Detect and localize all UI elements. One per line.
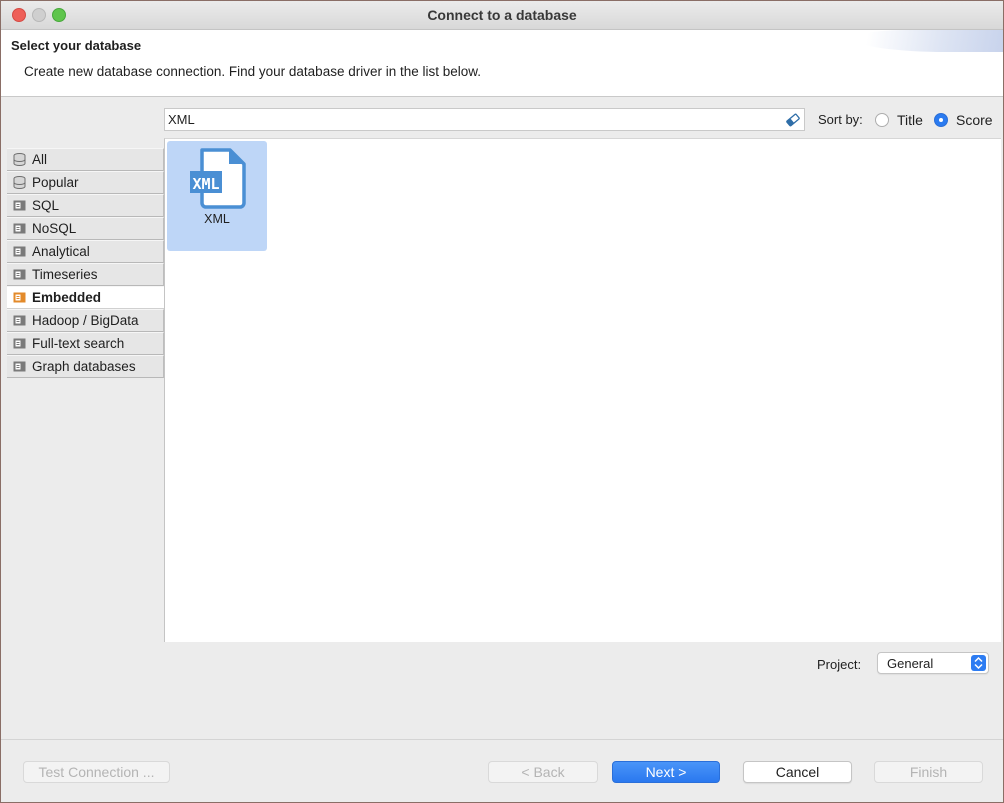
category-embedded[interactable]: Embedded (7, 286, 164, 309)
category-label: All (32, 152, 48, 167)
folder-icon (13, 223, 26, 234)
category-sql[interactable]: SQL (7, 194, 164, 217)
close-window-button[interactable] (12, 8, 26, 22)
category-label: Full-text search (32, 336, 125, 351)
category-label: Hadoop / BigData (32, 313, 139, 328)
driver-gallery: XML XML (164, 138, 1001, 642)
driver-tile-xml[interactable]: XML XML (167, 141, 267, 251)
window-title: Connect to a database (427, 7, 577, 23)
category-label: Popular (32, 175, 79, 190)
project-label: Project: (817, 657, 862, 672)
page-description: Create new database connection. Find you… (24, 64, 482, 79)
search-box (164, 108, 805, 131)
back-button[interactable]: < Back (488, 761, 598, 783)
header-decoration (853, 30, 1003, 52)
folder-icon (13, 292, 26, 303)
category-analytical[interactable]: Analytical (7, 240, 164, 263)
category-label: Analytical (32, 244, 90, 259)
folder-icon (13, 361, 26, 372)
folder-icon (13, 315, 26, 326)
category-all[interactable]: All (7, 148, 164, 171)
folder-icon (13, 200, 26, 211)
database-icon (13, 176, 26, 189)
driver-label: XML (204, 212, 230, 226)
category-label: NoSQL (32, 221, 77, 236)
radio-button[interactable] (875, 113, 889, 127)
category-graph-databases[interactable]: Graph databases (7, 355, 164, 378)
xml-file-icon: XML (190, 148, 246, 209)
sort-score-radio[interactable]: Score (934, 111, 993, 129)
connect-dialog: Connect to a database Select your databa… (0, 0, 1004, 803)
project-select[interactable]: General (877, 652, 989, 674)
title-bar: Connect to a database (1, 1, 1003, 30)
folder-icon (13, 269, 26, 280)
category-list: All Popular SQL NoSQL Analytical Timeser… (7, 148, 164, 378)
sort-score-label: Score (956, 112, 993, 128)
radio-button-checked[interactable] (934, 113, 948, 127)
select-arrows-icon (971, 655, 986, 671)
finish-button[interactable]: Finish (874, 761, 983, 783)
category-label: Timeseries (32, 267, 98, 282)
folder-icon (13, 338, 26, 349)
category-popular[interactable]: Popular (7, 171, 164, 194)
cancel-button[interactable]: Cancel (743, 761, 852, 783)
category-label: Graph databases (32, 359, 136, 374)
category-label: Embedded (32, 290, 102, 305)
database-icon (13, 153, 26, 166)
maximize-window-button[interactable] (52, 8, 66, 22)
folder-icon (13, 246, 26, 257)
search-input[interactable] (165, 109, 768, 130)
minimize-window-button[interactable] (32, 8, 46, 22)
test-connection-button[interactable]: Test Connection ... (23, 761, 170, 783)
footer-divider (1, 739, 1003, 740)
category-nosql[interactable]: NoSQL (7, 217, 164, 240)
sort-title-label: Title (897, 112, 923, 128)
page-title: Select your database (11, 38, 142, 53)
next-button[interactable]: Next > (612, 761, 720, 783)
sort-title-radio[interactable]: Title (875, 111, 923, 129)
clear-search-icon[interactable] (785, 112, 801, 128)
category-full-text-search[interactable]: Full-text search (7, 332, 164, 355)
wizard-header: Select your database Create new database… (1, 30, 1003, 97)
svg-text:XML: XML (192, 175, 219, 193)
project-value: General (887, 656, 934, 671)
category-label: SQL (32, 198, 60, 213)
category-hadoop-bigdata[interactable]: Hadoop / BigData (7, 309, 164, 332)
sort-by-label: Sort by: (818, 112, 863, 127)
category-timeseries[interactable]: Timeseries (7, 263, 164, 286)
